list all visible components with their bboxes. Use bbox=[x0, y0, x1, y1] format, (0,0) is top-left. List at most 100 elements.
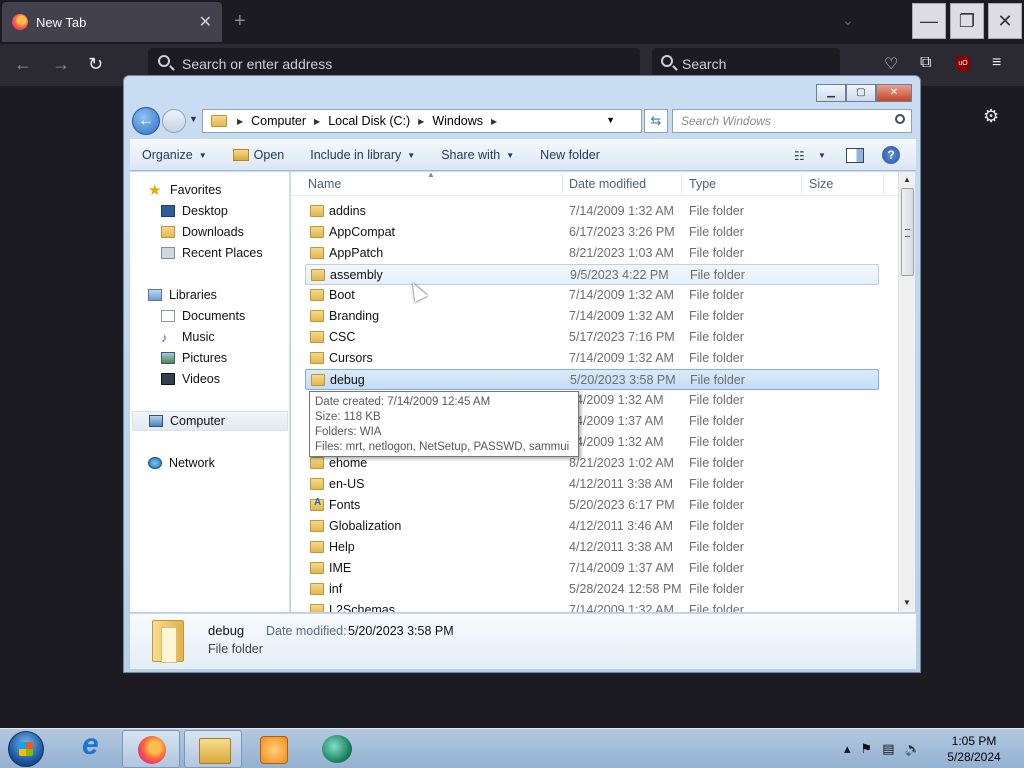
browser-tab[interactable]: New Tab ✕ bbox=[2, 2, 222, 42]
explorer-minimize-button[interactable]: ▁ bbox=[816, 84, 846, 102]
file-name: Fonts bbox=[329, 498, 361, 512]
forward-button[interactable] bbox=[162, 109, 186, 133]
vertical-scrollbar[interactable]: ▲ ▼ bbox=[898, 172, 915, 612]
back-button[interactable]: ← bbox=[132, 107, 160, 135]
new-tab-button[interactable]: + bbox=[234, 10, 246, 33]
file-date-modified: 9/5/2023 4:22 PM bbox=[570, 268, 669, 282]
change-view-icon[interactable]: ☷ bbox=[794, 149, 805, 163]
column-headers: ▲ Name Date modified Type Size bbox=[291, 172, 898, 196]
explorer-maximize-button[interactable]: ▢ bbox=[846, 84, 876, 102]
table-row[interactable]: addins 7/14/2009 1:32 AM File folder bbox=[305, 201, 879, 222]
address-bar[interactable]: ▶ Computer ▶ Local Disk (C:) ▶ Windows ▶… bbox=[202, 109, 642, 133]
windows-explorer-taskbar-icon[interactable] bbox=[184, 730, 242, 768]
table-row[interactable]: debug 5/20/2023 3:58 PM File folder bbox=[305, 369, 879, 390]
taskbar-clock[interactable]: 1:05 PM 5/28/2024 bbox=[940, 733, 1008, 765]
volume-muted-icon[interactable]: 🔈 bbox=[904, 741, 920, 757]
refresh-button[interactable]: ⇆ bbox=[644, 109, 668, 133]
table-row[interactable]: Fonts 5/20/2023 6:17 PM File folder bbox=[305, 495, 879, 516]
table-row[interactable]: Branding 7/14/2009 1:32 AM File folder bbox=[305, 306, 879, 327]
include-in-library-button[interactable]: Include in library ▼ bbox=[310, 148, 415, 162]
column-divider[interactable] bbox=[883, 174, 884, 194]
file-date-modified: 8/21/2023 1:02 AM bbox=[569, 456, 674, 470]
nav-libraries[interactable]: Libraries bbox=[148, 285, 217, 305]
table-row[interactable]: AppCompat 6/17/2023 3:26 PM File folder bbox=[305, 222, 879, 243]
view-dropdown-icon[interactable]: ▼ bbox=[818, 151, 826, 160]
nav-pictures[interactable]: Pictures bbox=[161, 348, 227, 368]
nav-network[interactable]: Network bbox=[148, 453, 215, 473]
forward-arrow-icon[interactable]: → bbox=[52, 54, 70, 75]
breadcrumb-computer[interactable]: Computer bbox=[251, 114, 306, 128]
organize-button[interactable]: Organize ▼ bbox=[142, 148, 207, 162]
scrollbar-thumb[interactable] bbox=[901, 188, 914, 276]
firefox-taskbar-icon[interactable] bbox=[122, 730, 180, 768]
table-row[interactable]: AppPatch 8/21/2023 1:03 AM File folder bbox=[305, 243, 879, 264]
file-type: File folder bbox=[689, 288, 744, 302]
action-center-flag-icon[interactable]: ⚑ bbox=[861, 741, 873, 757]
show-hidden-icons-icon[interactable]: ▴ bbox=[844, 741, 851, 757]
column-divider[interactable] bbox=[801, 174, 802, 194]
preview-pane-icon[interactable] bbox=[846, 148, 864, 163]
help-icon[interactable]: ? bbox=[882, 146, 900, 164]
column-divider[interactable] bbox=[681, 174, 682, 194]
nav-music[interactable]: ♪ Music bbox=[161, 327, 215, 347]
nav-documents[interactable]: Documents bbox=[161, 306, 245, 326]
scroll-down-arrow-icon[interactable]: ▼ bbox=[903, 598, 911, 607]
open-button[interactable]: Open bbox=[232, 148, 284, 162]
table-row[interactable]: Boot 7/14/2009 1:32 AM File folder bbox=[305, 285, 879, 306]
reload-icon[interactable]: ↻ bbox=[88, 54, 103, 75]
list-all-tabs-icon[interactable]: ⌄ bbox=[842, 12, 854, 29]
file-type: File folder bbox=[689, 351, 744, 365]
table-row[interactable]: Globalization 4/12/2011 3:46 AM File folde… bbox=[305, 516, 879, 537]
table-row[interactable]: en-US 4/12/2011 3:38 AM File folder bbox=[305, 474, 879, 495]
restore-window-button[interactable]: ❐ bbox=[950, 3, 984, 39]
search-windows-input[interactable]: Search Windows bbox=[672, 109, 912, 133]
file-date-modified: 7/14/2009 1:32 AM bbox=[569, 351, 674, 365]
network-status-icon[interactable]: ▤ bbox=[882, 741, 894, 757]
hamburger-menu-icon[interactable]: ≡ bbox=[992, 54, 1001, 72]
breadcrumb-separator[interactable]: ▶ bbox=[491, 117, 497, 126]
breadcrumb-separator[interactable]: ▶ bbox=[237, 117, 243, 126]
table-row[interactable]: Cursors 7/14/2009 1:32 AM File folder bbox=[305, 348, 879, 369]
column-header-name[interactable]: Name bbox=[308, 177, 341, 191]
recent-pages-dropdown[interactable]: ▼ bbox=[189, 114, 198, 124]
nav-desktop[interactable]: Desktop bbox=[161, 201, 228, 221]
table-row[interactable]: IME 7/14/2009 1:37 AM File folder bbox=[305, 558, 879, 579]
column-header-type[interactable]: Type bbox=[689, 177, 716, 191]
close-window-button[interactable]: ✕ bbox=[988, 3, 1022, 39]
share-with-button[interactable]: Share with ▼ bbox=[441, 148, 514, 162]
media-player-taskbar-icon[interactable] bbox=[244, 730, 302, 768]
nav-favorites[interactable]: ★ Favorites bbox=[148, 180, 221, 200]
table-row[interactable]: CSC 5/17/2023 7:16 PM File folder bbox=[305, 327, 879, 348]
internet-explorer-taskbar-icon[interactable] bbox=[66, 728, 124, 768]
column-divider[interactable] bbox=[562, 174, 563, 194]
breadcrumb-local-disk[interactable]: Local Disk (C:) bbox=[328, 114, 410, 128]
column-header-size[interactable]: Size bbox=[809, 177, 833, 191]
explorer-close-button[interactable]: ✕ bbox=[876, 84, 912, 102]
ublock-origin-icon[interactable]: uO bbox=[956, 56, 970, 72]
extensions-icon[interactable]: ⧉ bbox=[920, 54, 931, 72]
tab-close-icon[interactable]: ✕ bbox=[199, 12, 212, 32]
file-type: File folder bbox=[690, 373, 745, 387]
breadcrumb-windows[interactable]: Windows bbox=[432, 114, 483, 128]
new-folder-button[interactable]: New folder bbox=[540, 148, 600, 162]
table-row[interactable]: Help 4/12/2011 3:38 AM File folder bbox=[305, 537, 879, 558]
nav-videos[interactable]: Videos bbox=[161, 369, 220, 389]
start-button[interactable] bbox=[8, 731, 44, 767]
back-arrow-icon[interactable]: ← bbox=[14, 54, 32, 75]
nav-computer[interactable]: Computer bbox=[132, 411, 288, 431]
app-taskbar-icon[interactable] bbox=[308, 730, 366, 768]
file-name: AppCompat bbox=[329, 225, 396, 239]
breadcrumb-separator[interactable]: ▶ bbox=[418, 117, 424, 126]
scroll-up-arrow-icon[interactable]: ▲ bbox=[903, 175, 911, 184]
table-row[interactable]: assembly 9/5/2023 4:22 PM File folder bbox=[305, 264, 879, 285]
address-dropdown-icon[interactable]: ▼ bbox=[606, 115, 615, 125]
table-row[interactable]: inf 5/28/2024 12:58 PM File folder bbox=[305, 579, 879, 600]
nav-recent-places[interactable]: Recent Places bbox=[161, 243, 263, 263]
gear-icon[interactable]: ⚙ bbox=[983, 106, 999, 127]
breadcrumb-separator[interactable]: ▶ bbox=[314, 117, 320, 126]
column-header-date-modified[interactable]: Date modified bbox=[569, 177, 646, 191]
minimize-window-button[interactable]: — bbox=[912, 3, 946, 39]
pocket-icon[interactable]: ♡ bbox=[884, 54, 898, 74]
table-row[interactable]: L2Schemas 7/14/2009 1:32 AM File folder bbox=[305, 600, 879, 612]
nav-downloads[interactable]: Downloads bbox=[161, 222, 244, 242]
